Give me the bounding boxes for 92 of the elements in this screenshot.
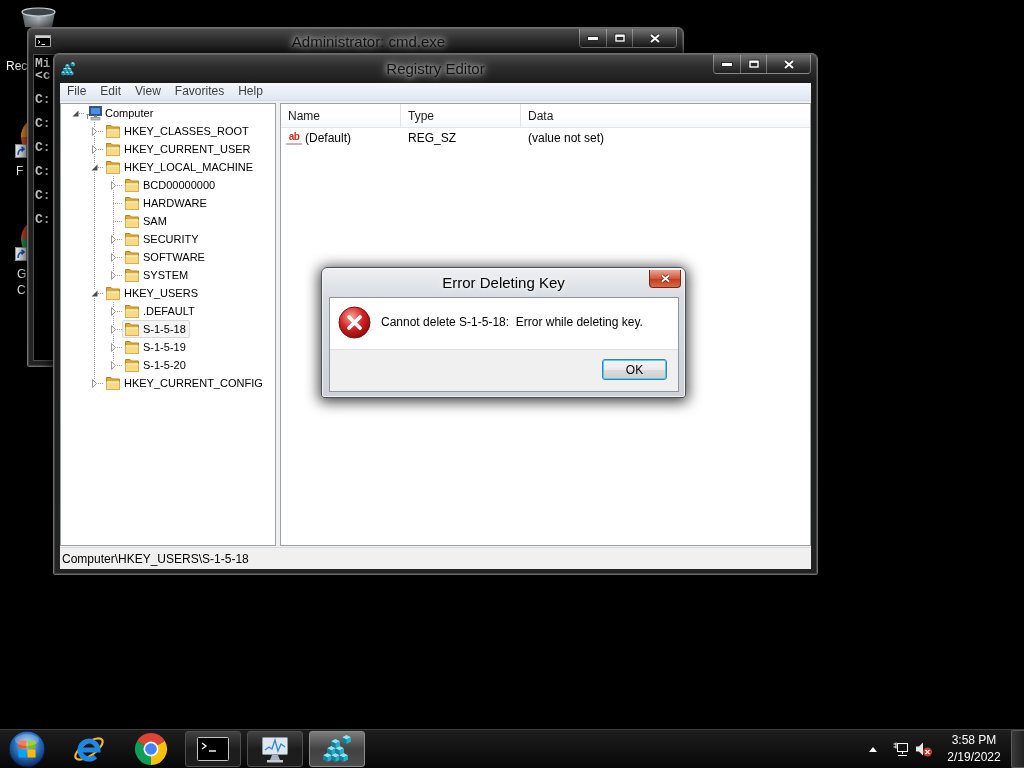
tree-item[interactable]: SYSTEM [122,266,193,284]
folder-icon [105,285,121,301]
folder-icon [124,339,140,355]
terminal-icon [197,737,229,761]
console-line: C: [35,94,51,106]
status-text: Computer\HKEY_USERS\S-1-5-18 [62,551,249,566]
folder-icon [124,195,140,211]
dialog-message: Cannot delete S-1-5-18: Error while deleting key. [381,315,643,329]
folder-icon [105,375,121,391]
tree-item[interactable]: SAM [122,212,171,230]
error-icon [338,306,371,339]
minimize-button[interactable] [713,55,741,74]
tree-item[interactable]: HKEY_CURRENT_USER [103,140,255,158]
speaker-muted-icon[interactable] [915,741,933,757]
console-line: C: [35,142,51,154]
menu-item[interactable]: Edit [93,83,129,100]
folder-icon [124,321,140,337]
start-orb-icon [8,730,46,768]
cubes-icon [321,733,353,765]
folder-icon [124,303,140,319]
column-header[interactable]: Type [401,104,521,127]
menu-item[interactable]: Favorites [167,83,232,100]
folder-icon [124,267,140,283]
tree-item[interactable]: S-1-5-19 [122,338,190,356]
close-icon [782,58,795,70]
tree-arrow-icon[interactable] [91,162,98,172]
taskbar-button[interactable] [309,731,365,767]
close-button[interactable] [649,270,681,288]
caret-up-icon[interactable] [869,746,877,752]
segmented-circle-icon [134,732,168,766]
maximize-button[interactable] [607,29,633,48]
value-type: REG_SZ [408,131,456,145]
desktop-icon-label[interactable]: F [16,164,24,178]
close-icon [648,32,661,44]
desktop-icon-label[interactable]: Rec [6,59,28,73]
tree-item[interactable]: Computer [84,104,158,122]
menu-item[interactable]: View [128,83,168,100]
tree-item[interactable]: BCD00000000 [122,176,220,194]
console-line: C: [35,190,51,202]
folder-icon [105,141,121,157]
list-row[interactable]: ab (Default) REG_SZ (value not set) [281,129,810,147]
computer-icon [86,105,102,121]
column-header[interactable]: Data [521,104,810,127]
value-data: (value not set) [528,131,605,145]
terminal-icon [35,35,51,47]
close-icon [659,274,671,283]
tree-item[interactable]: SOFTWARE [122,248,209,266]
tree-item[interactable]: HARDWARE [122,194,211,212]
tree-item[interactable]: SECURITY [122,230,203,248]
folder-icon [124,213,140,229]
menu-item[interactable]: File [60,83,94,100]
folder-icon [124,357,140,373]
tree-item[interactable]: HKEY_USERS [103,284,202,302]
clock-date[interactable]: 2/19/2022 [947,749,1001,766]
console-line: Mi [35,58,51,70]
window-title: Administrator: cmd.exe [291,32,446,50]
tree-item[interactable]: S-1-5-18 [122,320,190,338]
maximize-icon [613,33,626,43]
tree-item[interactable]: .DEFAULT [122,302,199,320]
tree-arrow-icon[interactable] [91,288,98,298]
tree-item[interactable]: HKEY_CLASSES_ROOT [103,122,253,140]
minimize-icon [587,35,599,41]
tree-item[interactable]: HKEY_LOCAL_MACHINE [103,158,257,176]
start-button[interactable] [8,730,46,768]
taskbar-button[interactable] [247,731,303,767]
minimize-button[interactable] [579,29,607,48]
folder-icon [124,249,140,265]
monitor-chart-icon [260,735,290,763]
console-line: C: [35,214,51,226]
trash-can-icon[interactable] [20,7,57,27]
maximize-icon [747,59,760,69]
cubes-icon [60,60,76,77]
value-name: (Default) [305,131,351,145]
console-line: C: [35,166,51,178]
folder-icon [124,231,140,247]
tree-item[interactable]: HKEY_CURRENT_CONFIG [103,374,267,392]
tree-item[interactable]: S-1-5-20 [122,356,190,374]
network-icon[interactable] [893,741,909,757]
console-line: C: [35,118,51,130]
folder-icon [105,123,121,139]
folder-icon [105,159,121,175]
column-header[interactable]: Name [281,104,401,127]
ok-button[interactable]: OK [602,359,667,380]
minimize-icon [721,61,733,67]
menu-item[interactable]: Help [231,83,270,100]
maximize-button[interactable] [741,55,767,74]
desktop-icon-label[interactable]: G C [17,266,26,298]
folder-icon [124,177,140,193]
taskbar-button[interactable] [185,731,241,767]
clock-time[interactable]: 3:58 PM [951,732,997,749]
dialog-title: Error Deleting Key [442,274,565,291]
console-line: <c [35,70,51,82]
